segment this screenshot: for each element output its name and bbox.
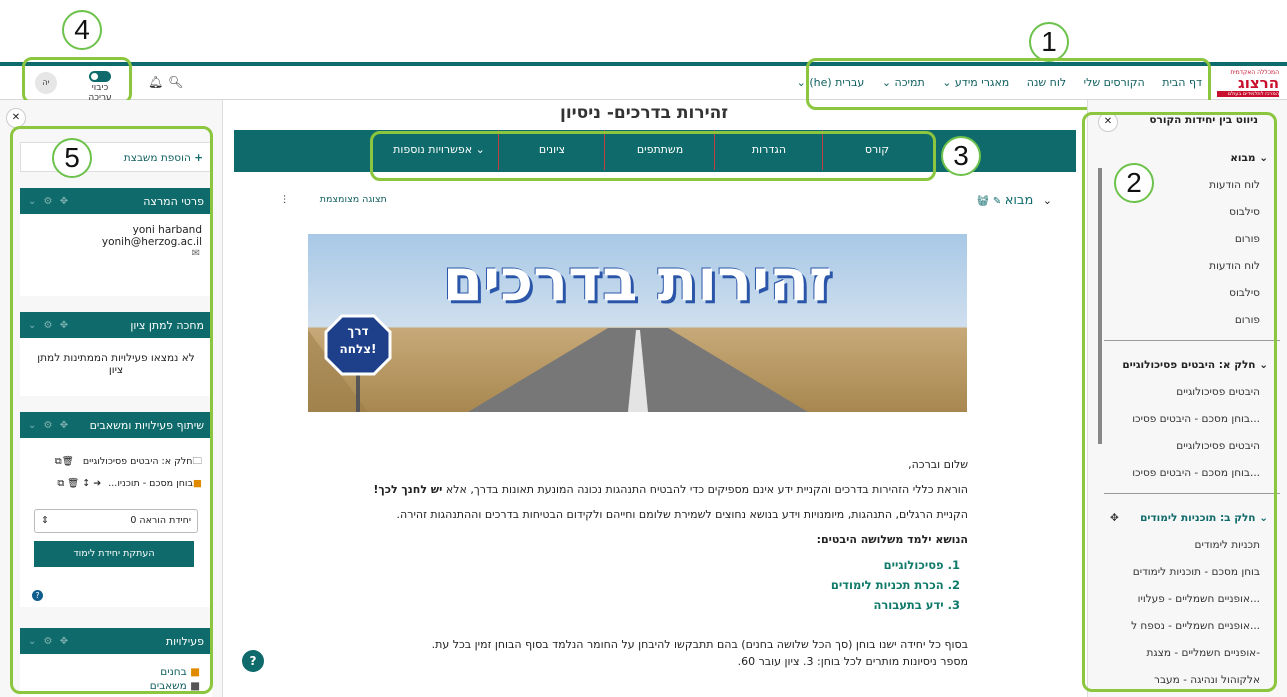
section-name: מבוא <box>1004 193 1034 208</box>
banner-title: זהירות בדרכים <box>442 246 833 314</box>
basket-icon[interactable]: 🧺︎ <box>977 196 990 207</box>
paragraph-bold: יש לחנך לכך! <box>373 483 443 496</box>
kebab-icon[interactable]: ⋮ <box>280 194 290 205</box>
topic-item: 1. פסיכולוגיים <box>883 558 960 572</box>
course-banner: זהירות בדרכים דרך צלחה! <box>308 234 967 412</box>
chevron-down-icon[interactable]: ⌄ <box>1043 194 1052 207</box>
callout-5: 5 <box>52 138 92 178</box>
highlight-box-5 <box>10 126 213 694</box>
highlight-box-3 <box>370 131 936 181</box>
sign-line1: דרך <box>347 324 369 338</box>
paragraph: הקניית הרגלים, התנהגות, מיומנויות וידע ב… <box>396 508 968 521</box>
topic-item: 2. הכרת תכניות לימודים <box>830 578 960 592</box>
course-description: שלום וברכה, הוראת כללי הזהירות בדרכים וה… <box>240 458 968 668</box>
course-title: זהירות בדרכים- ניסיון <box>560 103 729 123</box>
callout-3: 3 <box>941 136 981 176</box>
paragraph-heading: הנושא ילמד משלושה היבטים: <box>816 533 968 546</box>
chevron-down-icon: ⌄ <box>796 76 806 89</box>
greeting: שלום וברכה, <box>908 458 968 471</box>
help-icon[interactable]: ? <box>242 650 264 672</box>
search-icon[interactable]: 🔍︎ <box>168 75 183 89</box>
paragraph: בסוף כל יחידה ישנו בוחן (סך הכל שלושה בח… <box>431 638 968 651</box>
callout-4: 4 <box>62 10 102 50</box>
collapsed-view-link[interactable]: ⋮ תצוגה מצומצמת <box>280 194 387 205</box>
paragraph: הוראת כללי הזהירות בדרכים והקניית ידע אי… <box>240 483 968 496</box>
logo-line3: המרכז לתלמידים בעולם <box>1217 91 1279 97</box>
bell-icon[interactable]: 🔔︎ <box>148 75 163 89</box>
highlight-box-4 <box>22 57 132 104</box>
collapsed-view-label: תצוגה מצומצמת <box>319 194 387 205</box>
college-logo[interactable]: המכללה האקדמית הרצוג המרכז לתלמידים בעול… <box>1217 69 1279 99</box>
topic-item: 3. ידע בתעבורה <box>873 598 960 612</box>
close-icon[interactable]: ✕ <box>6 108 26 128</box>
section-header: 🧺︎ ✎ מבוא ⌄ <box>930 193 1052 208</box>
paragraph-text: הוראת כללי הזהירות בדרכים והקניית ידע אי… <box>445 483 968 496</box>
callout-1: 1 <box>1029 22 1069 62</box>
pencil-icon[interactable]: ✎ <box>993 196 1001 207</box>
logo-line2: הרצוג <box>1238 74 1279 92</box>
paragraph: מספר ניסיונות מותרים לכל בוחן: 3. ציון ע… <box>737 655 968 668</box>
sign-line2: צלחה! <box>339 342 377 356</box>
highlight-box-2 <box>1082 112 1277 692</box>
callout-2: 2 <box>1114 163 1154 203</box>
